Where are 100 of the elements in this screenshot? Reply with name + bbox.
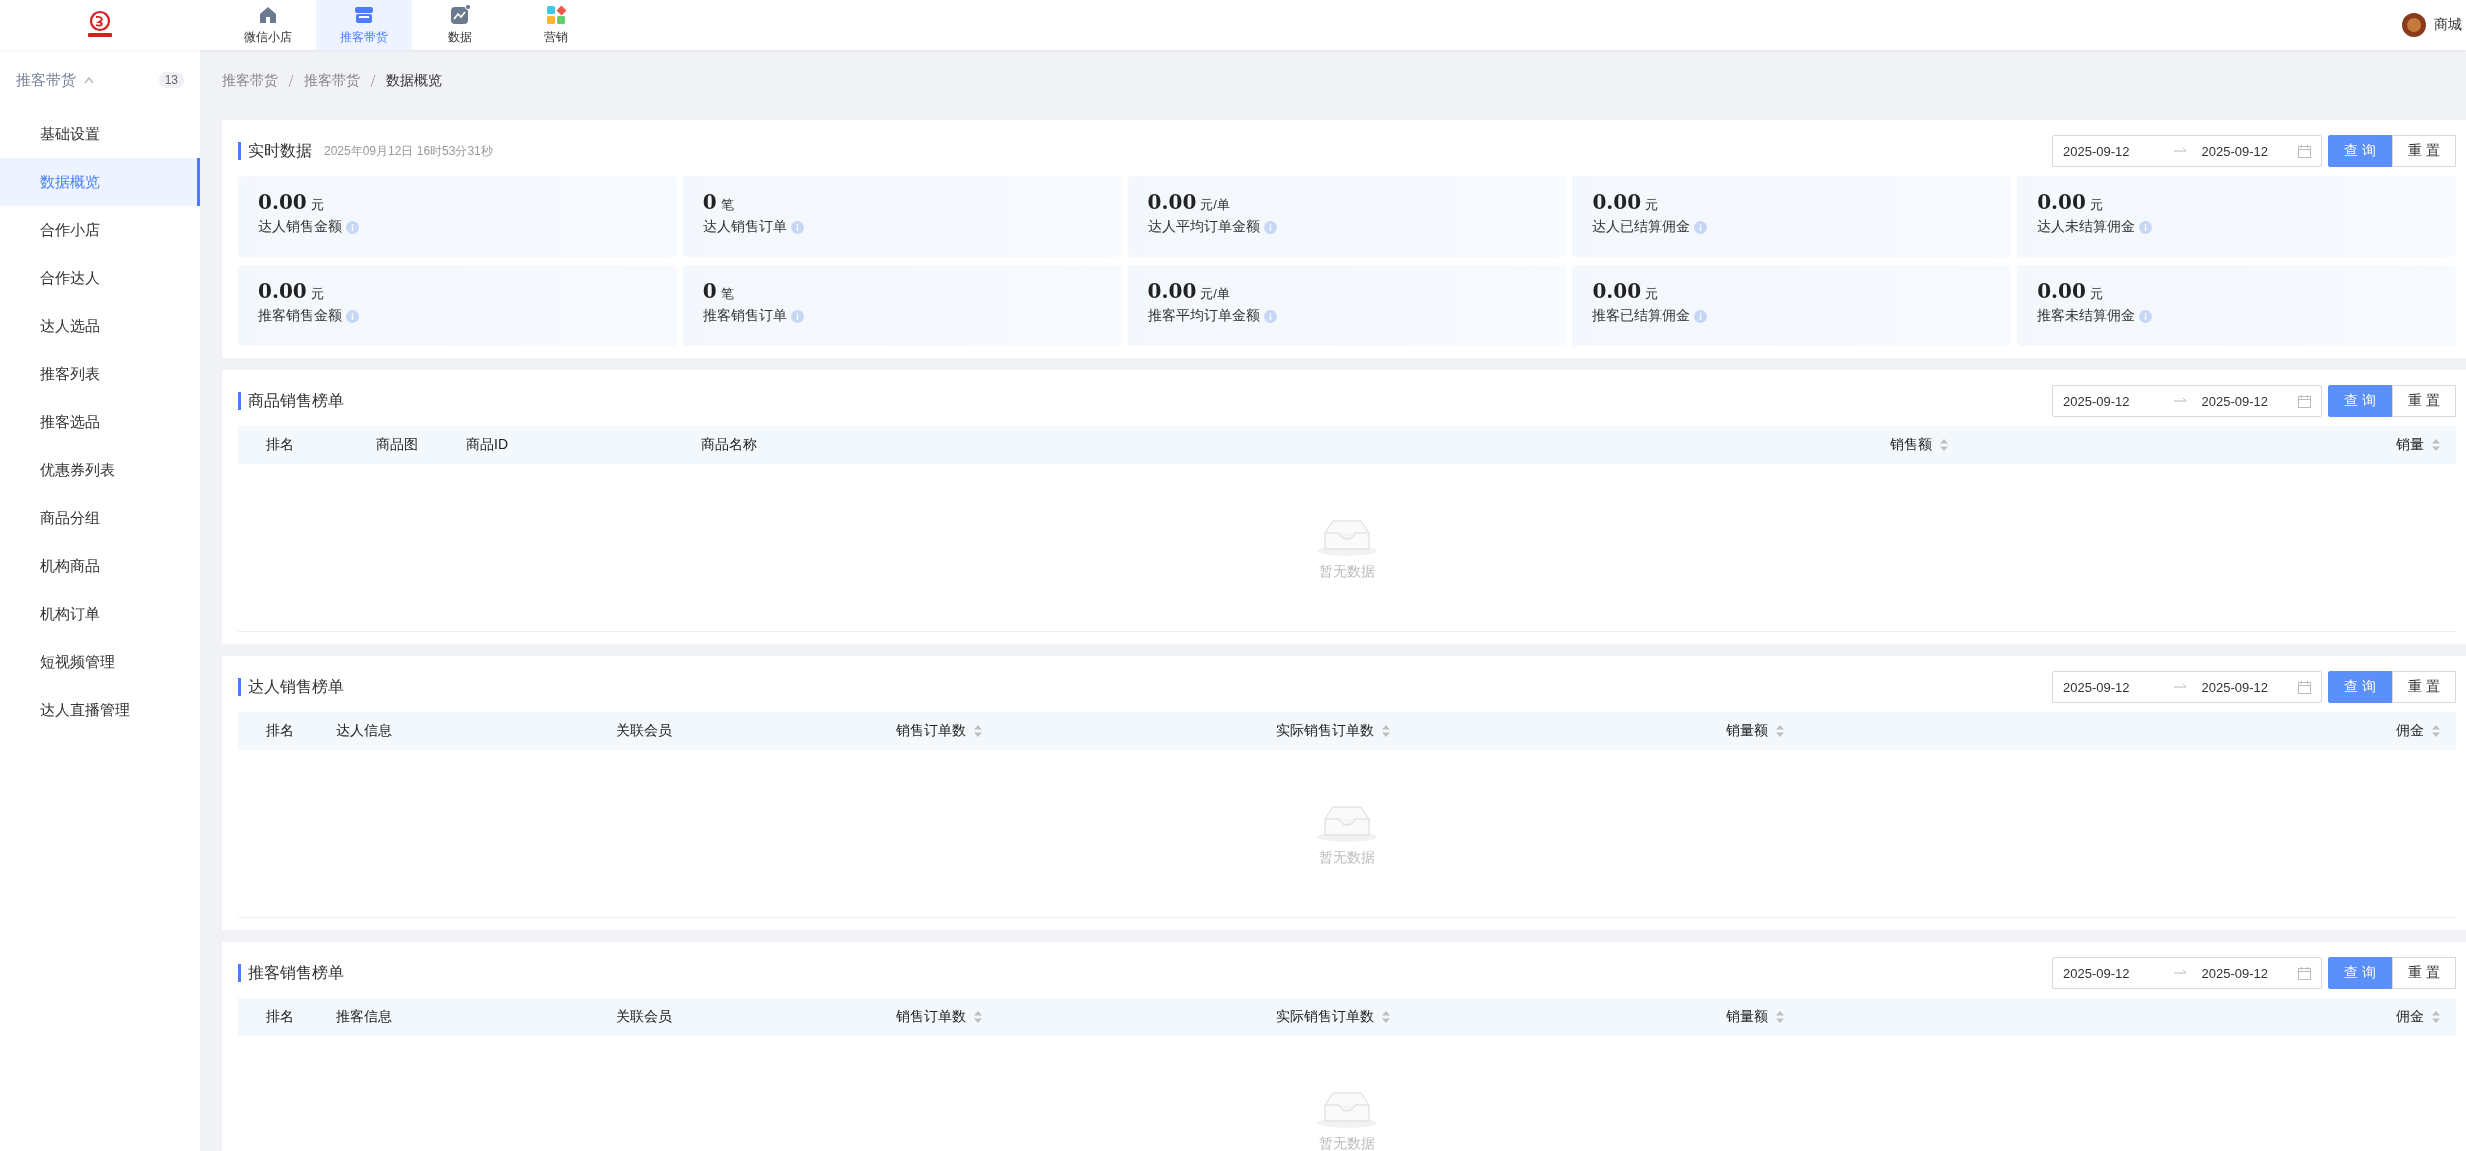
stat-label: 达人销售订单 (702, 218, 787, 236)
nav-tab[interactable]: 营销 (508, 0, 604, 50)
column-header[interactable]: 销售订单数 (896, 1008, 982, 1026)
info-icon[interactable] (2139, 309, 2153, 323)
info-icon[interactable] (1694, 309, 1708, 323)
slash-icon (370, 74, 376, 88)
menu-item[interactable]: 合作小店 (0, 206, 200, 254)
sort-icon[interactable] (2432, 439, 2440, 451)
nav-tab[interactable]: 推客带货 (316, 0, 412, 50)
column-header[interactable]: 销售额 (1890, 436, 1948, 454)
end-date[interactable]: 2025-09-12 (2201, 393, 2298, 409)
stat-unit: 笔 (720, 286, 734, 301)
date-range-picker[interactable]: 2025-09-12 2025-09-12 (2052, 957, 2322, 989)
empty-text: 暂无数据 (1319, 848, 1375, 867)
stat-value: 0.00 (258, 279, 307, 303)
reset-button[interactable]: 重 置 (2392, 135, 2456, 167)
sort-icon[interactable] (1940, 439, 1948, 451)
reset-button[interactable]: 重 置 (2392, 671, 2456, 703)
menu-item[interactable]: 机构商品 (0, 542, 200, 590)
stat-value: 0.00 (1147, 190, 1197, 214)
stat-value: 0.00 (1592, 279, 1642, 303)
info-icon[interactable] (346, 220, 359, 234)
column-header[interactable]: 销量额 (1726, 722, 1784, 740)
start-date[interactable]: 2025-09-12 (2063, 393, 2160, 409)
menu-item[interactable]: 机构订单 (0, 590, 200, 638)
nav-tab[interactable]: 数据 (412, 0, 508, 50)
info-icon[interactable] (2139, 220, 2153, 234)
info-icon[interactable] (346, 309, 359, 323)
menu-item[interactable]: 推客选品 (0, 398, 200, 446)
end-date[interactable]: 2025-09-12 (2201, 965, 2298, 981)
column-header[interactable]: 销量 (2396, 436, 2440, 454)
stat-label: 推客平均订单金额 (1147, 307, 1260, 325)
column-header: 排名 (266, 436, 294, 454)
empty-text: 暂无数据 (1319, 562, 1375, 581)
stat-value: 0.00 (2037, 190, 2086, 214)
info-icon[interactable] (1694, 220, 1708, 234)
sort-icon[interactable] (974, 1011, 982, 1023)
info-icon[interactable] (790, 220, 804, 234)
column-header: 关联会员 (616, 1008, 672, 1026)
sort-icon[interactable] (2432, 725, 2440, 737)
sort-icon[interactable] (974, 725, 982, 737)
menu-item[interactable]: 达人选品 (0, 302, 200, 350)
column-header: 排名 (266, 722, 294, 740)
stat-unit: 元 (1645, 197, 1659, 212)
reset-button[interactable]: 重 置 (2392, 957, 2456, 989)
column-header: 商品图 (376, 436, 418, 454)
column-header: 商品ID (466, 436, 508, 454)
reset-button[interactable]: 重 置 (2392, 385, 2456, 417)
column-header: 关联会员 (616, 722, 672, 740)
menu-item[interactable]: 基础设置 (0, 110, 200, 158)
sort-icon[interactable] (1382, 725, 1390, 737)
user-name[interactable]: 商城 (2434, 16, 2462, 34)
end-date[interactable]: 2025-09-12 (2201, 679, 2298, 695)
menu-group[interactable]: 推客带货 13 (0, 50, 200, 110)
menu-item[interactable]: 合作达人 (0, 254, 200, 302)
breadcrumb-item: 数据概览 (386, 72, 442, 90)
avatar-icon[interactable] (2402, 13, 2426, 37)
arrow-right-icon (2173, 969, 2188, 977)
start-date[interactable]: 2025-09-12 (2063, 143, 2160, 159)
end-date[interactable]: 2025-09-12 (2201, 143, 2298, 159)
timestamp: 2025年09月12日 16时53分31秒 (324, 142, 493, 160)
menu-item[interactable]: 商品分组 (0, 494, 200, 542)
column-header[interactable]: 实际销售订单数 (1276, 1008, 1390, 1026)
stat-unit: 元 (2089, 286, 2103, 301)
calendar-icon (2298, 144, 2311, 158)
stat-unit: 元 (2089, 197, 2103, 212)
sort-icon[interactable] (2432, 1011, 2440, 1023)
info-icon[interactable] (790, 309, 804, 323)
sort-icon[interactable] (1382, 1011, 1390, 1023)
info-icon[interactable] (1263, 220, 1277, 234)
calendar-icon (2298, 966, 2311, 980)
column-header[interactable]: 佣金 (2396, 722, 2440, 740)
menu-item[interactable]: 数据概览 (0, 158, 200, 206)
column-header: 推客信息 (336, 1008, 392, 1026)
info-icon[interactable] (1263, 309, 1277, 323)
start-date[interactable]: 2025-09-12 (2063, 965, 2160, 981)
menu-item[interactable]: 达人直播管理 (0, 686, 200, 734)
menu-item[interactable]: 优惠券列表 (0, 446, 200, 494)
column-header[interactable]: 佣金 (2396, 1008, 2440, 1026)
column-header[interactable]: 销售订单数 (896, 722, 982, 740)
date-range-picker[interactable]: 2025-09-12 2025-09-12 (2052, 385, 2322, 417)
start-date[interactable]: 2025-09-12 (2063, 679, 2160, 695)
stat-label: 推客已结算佣金 (1592, 307, 1691, 325)
calendar-icon (2298, 680, 2311, 694)
menu-item[interactable]: 推客列表 (0, 350, 200, 398)
date-range-picker[interactable]: 2025-09-12 2025-09-12 (2052, 135, 2322, 167)
nav-tab[interactable]: 微信小店 (220, 0, 316, 50)
sort-icon[interactable] (1776, 1011, 1784, 1023)
column-header[interactable]: 实际销售订单数 (1276, 722, 1390, 740)
stat-unit: 元 (310, 286, 324, 301)
sort-icon[interactable] (1776, 725, 1784, 737)
stat-label: 推客未结算佣金 (2037, 307, 2136, 325)
arrow-right-icon (2173, 683, 2188, 691)
stat-value: 0.00 (2037, 279, 2086, 303)
stat-unit: 元 (1645, 286, 1659, 301)
column-header[interactable]: 销量额 (1726, 1008, 1784, 1026)
date-range-picker[interactable]: 2025-09-12 2025-09-12 (2052, 671, 2322, 703)
section-title: 商品销售榜单 (238, 392, 344, 410)
menu-item[interactable]: 短视频管理 (0, 638, 200, 686)
calendar-icon (2298, 394, 2311, 408)
